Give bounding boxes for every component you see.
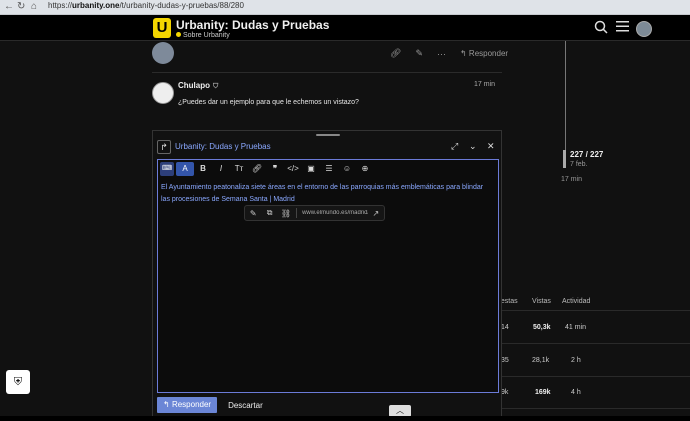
divider (497, 310, 690, 311)
copy-link-icon[interactable]: ⧉ (261, 208, 277, 218)
site-logo[interactable]: U (153, 18, 171, 38)
open-external-icon[interactable]: ↗ (368, 209, 384, 218)
home-icon[interactable]: ⌂ (31, 1, 37, 12)
timeline-ago[interactable]: 17 min (561, 176, 582, 183)
add-icon[interactable]: ⊕ (356, 162, 374, 176)
category-link[interactable]: Sobre Urbanity (176, 32, 230, 39)
reply-button[interactable]: ↰ Responder (460, 49, 508, 58)
keyboard-icon[interactable]: ⌨ (160, 162, 174, 176)
discard-button[interactable]: Descartar (228, 401, 263, 410)
divider (497, 343, 690, 344)
link-icon[interactable]: 🔗︎ (390, 48, 401, 59)
table-cell: 50,3k (533, 324, 551, 331)
submit-reply-label: Responder (171, 400, 212, 409)
heading-icon[interactable]: Tт (230, 162, 248, 176)
table-cell: 28,1k (532, 357, 550, 364)
post-body: ¿Puedes dar un ejemplo para que le echem… (178, 99, 359, 106)
divider (296, 208, 298, 218)
timeline-handle[interactable] (563, 150, 566, 168)
timeline-count: 227 / 227 (570, 150, 604, 159)
privacy-shield-icon[interactable]: ⛨ (6, 370, 30, 394)
divider (152, 72, 502, 73)
author-name: Chulapo (178, 81, 210, 90)
unlink-icon[interactable]: ⛓ (278, 209, 294, 218)
search-icon[interactable] (594, 20, 608, 34)
composer-footer: ↰ Responder Descartar (157, 397, 263, 413)
site-header: U Urbanity: Dudas y Pruebas Sobre Urbani… (0, 15, 690, 41)
back-icon[interactable]: ← (4, 1, 14, 12)
code-icon[interactable]: </> (284, 162, 302, 176)
rich-text-toggle-icon[interactable]: A (176, 162, 194, 176)
shield-icon: ⛉ (213, 83, 219, 90)
close-icon[interactable]: ✕ (487, 141, 495, 152)
refresh-icon[interactable]: ↻ (17, 1, 25, 12)
table-header-views: Vistas (532, 298, 551, 305)
page-title[interactable]: Urbanity: Dudas y Pruebas (176, 18, 329, 32)
browser-toolbar: ← ↻ ⌂ https://urbanity.one/t/urbanity-du… (0, 0, 690, 15)
quote-icon[interactable]: ❞ (266, 162, 284, 176)
bullet-list-icon[interactable]: ☰ (320, 162, 338, 176)
table-cell: 169k (535, 389, 551, 396)
bold-icon[interactable]: B (194, 162, 212, 176)
user-avatar[interactable] (636, 21, 652, 37)
reply-action-icon[interactable]: ↱ (157, 140, 171, 154)
composer-header: ↱ Urbanity: Dudas y Pruebas ⤢ ⌄ ✕ (153, 139, 501, 159)
table-cell[interactable]: 41 min (565, 324, 586, 331)
composer-editor[interactable]: ⌨ A B I Tт 🔗︎ ❞ </> ▣ ☰ ☺ ⊕ El Ayuntamie… (157, 159, 499, 393)
table-cell: 14 (501, 324, 509, 331)
italic-icon[interactable]: I (212, 162, 230, 176)
minimize-icon[interactable]: ⌄ (469, 141, 477, 152)
link-toolbar: ✎ ⧉ ⛓ www.elmundo.es/madrid/20… ↗ (244, 205, 385, 221)
edit-link-icon[interactable]: ✎ (245, 209, 261, 218)
divider (497, 408, 690, 409)
url-prefix: https:// (48, 1, 73, 10)
submit-reply-button[interactable]: ↰ Responder (157, 397, 218, 413)
composer-drag-handle[interactable] (316, 134, 340, 136)
divider (497, 376, 690, 377)
composer-topic-link[interactable]: Urbanity: Dudas y Pruebas (175, 142, 271, 151)
divider (0, 416, 690, 421)
emoji-icon[interactable]: ☺ (338, 162, 356, 176)
timeline-date: 7 feb. (570, 161, 588, 168)
avatar[interactable] (152, 42, 174, 64)
table-cell: 35 (501, 357, 509, 364)
post-time[interactable]: 17 min (474, 81, 495, 88)
table-header-activity: Actividad (562, 298, 591, 305)
url-path: /t/urbanity-dudas-y-pruebas/88/280 (119, 1, 244, 10)
table-cell[interactable]: 4 h (571, 389, 581, 396)
table-cell: 9k (501, 389, 509, 396)
editor-content[interactable]: El Ayuntamiento peatonaliza siete áreas … (161, 182, 491, 206)
edit-icon[interactable]: ✎ (415, 48, 423, 59)
image-upload-icon[interactable]: ▣ (302, 162, 320, 176)
timeline-track[interactable] (565, 41, 566, 161)
more-icon[interactable]: ··· (437, 49, 446, 59)
editor-toolbar: ⌨ A B I Tт 🔗︎ ❞ </> ▣ ☰ ☺ ⊕ (160, 162, 374, 176)
table-cell[interactable]: 2 h (571, 357, 581, 364)
post-actions: 🔗︎ ✎ ··· ↰ Responder (390, 48, 508, 59)
avatar[interactable] (152, 82, 174, 104)
post-author[interactable]: Chulapo ⛉ (178, 81, 218, 91)
address-bar[interactable]: https://urbanity.one/t/urbanity-dudas-y-… (48, 1, 244, 10)
link-url: www.elmundo.es/madrid/20… (302, 210, 368, 216)
fullscreen-icon[interactable]: ⤢ (451, 141, 458, 152)
hamburger-menu-icon[interactable] (616, 20, 629, 32)
reply-button-label: Responder (468, 49, 509, 58)
reply-composer: ↱ Urbanity: Dudas y Pruebas ⤢ ⌄ ✕ ⌨ A B … (152, 130, 502, 421)
url-domain: urbanity.one (72, 1, 120, 10)
link-icon[interactable]: 🔗︎ (248, 162, 266, 176)
category-dot-icon (176, 32, 181, 37)
category-label: Sobre Urbanity (183, 32, 230, 39)
